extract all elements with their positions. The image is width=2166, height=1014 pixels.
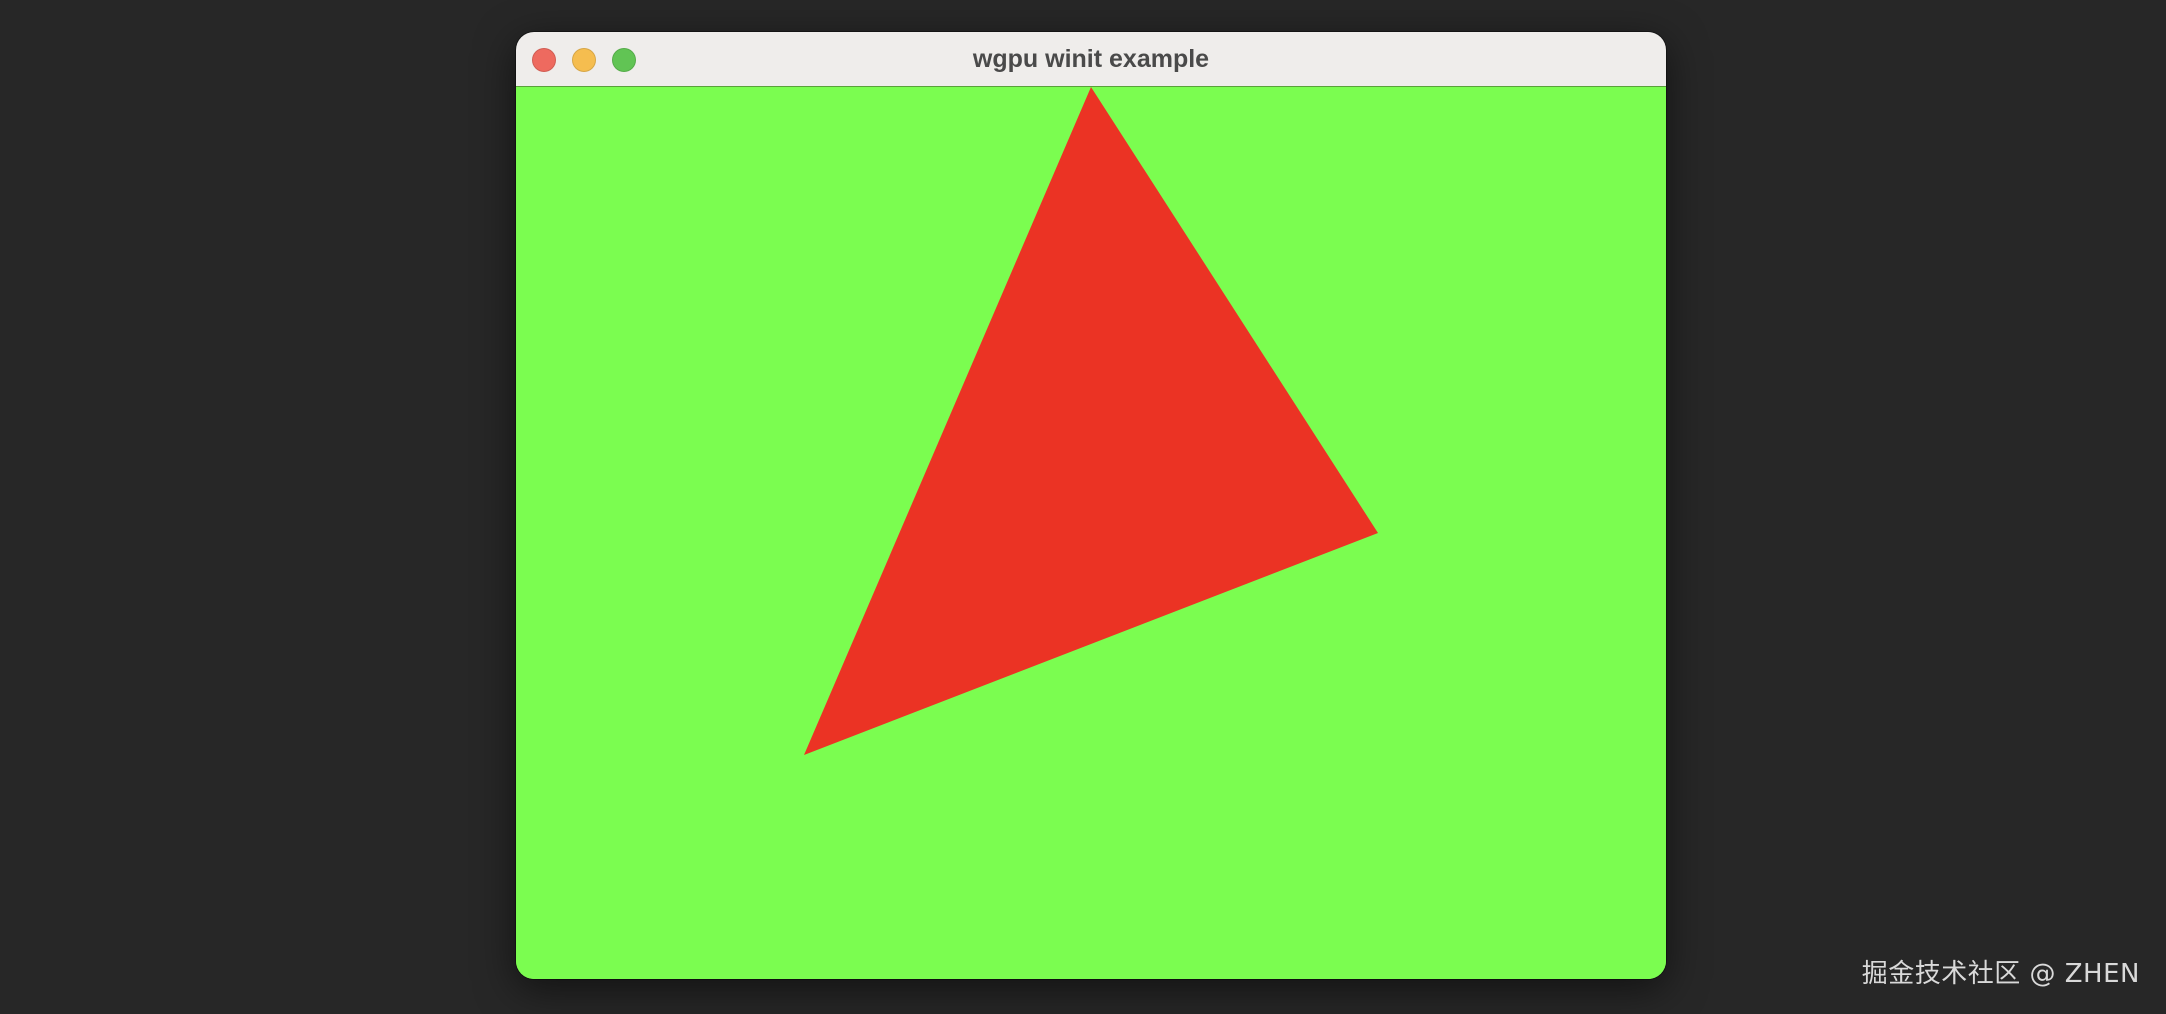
render-canvas[interactable] <box>516 87 1666 979</box>
watermark-text: 掘金技术社区 @ ZHEN <box>1861 959 2140 989</box>
render-surface <box>516 87 1666 979</box>
window-title: wgpu winit example <box>972 45 1210 73</box>
app-window: wgpu winit example <box>516 32 1666 979</box>
window-titlebar[interactable]: wgpu winit example <box>516 32 1666 87</box>
